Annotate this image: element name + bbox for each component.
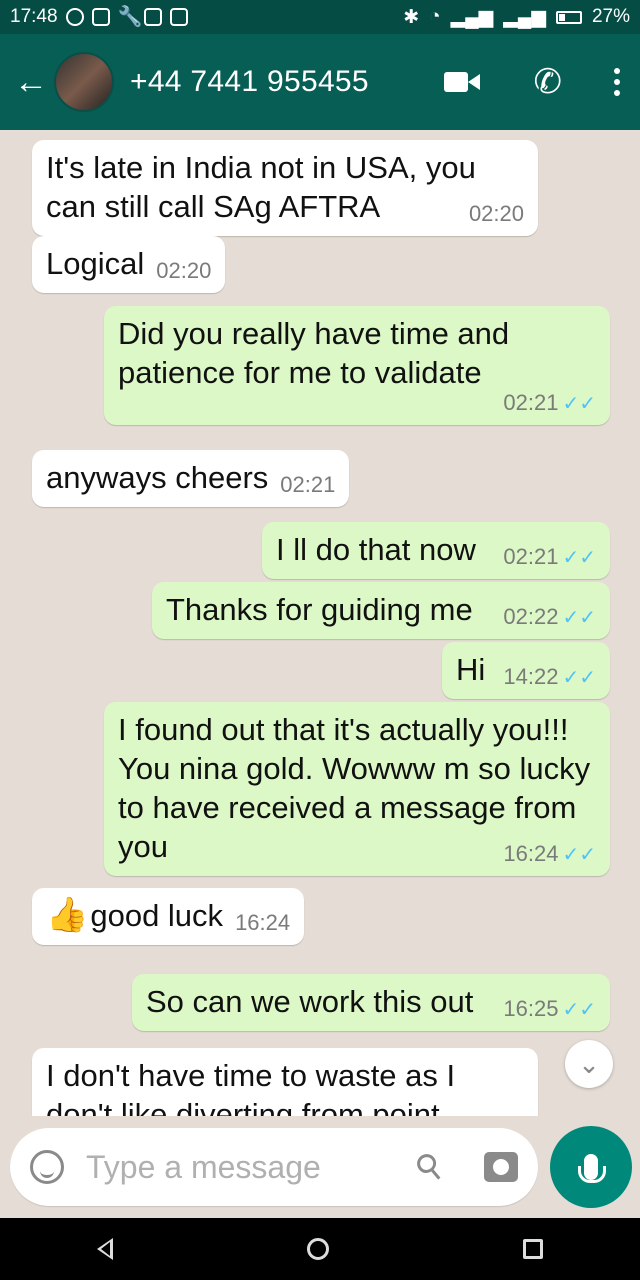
message-bubble-outgoing[interactable]: I found out that it's actually you!!! Yo… [104,702,610,876]
message-text: I don't have time to waste as I don't li… [46,1058,456,1116]
bluetooth-icon: ✱ [403,6,420,28]
system-navigation-bar [0,1218,640,1280]
nav-home-icon[interactable] [307,1238,329,1260]
message-time: 14:22 ✓✓ [503,664,596,690]
message-text: So can we work this out [146,984,474,1019]
phone-icon[interactable]: ✆ [534,65,563,99]
message-text: anyways cheers [46,460,269,495]
message-bubble-incoming[interactable]: anyways cheers 02:21 [32,450,350,507]
message-bubble-incoming[interactable]: It's late in India not in USA, you can s… [32,140,538,236]
thumbs-up-icon: 👍 [46,896,89,934]
message-time: 02:21 ✓✓ [503,544,596,570]
whatsapp-notification-icon [65,8,84,26]
more-options-icon[interactable] [614,68,620,96]
nav-recents-icon[interactable] [523,1239,543,1259]
battery-icon [555,10,582,24]
voice-record-button[interactable] [550,1126,632,1208]
message-bubble-incoming[interactable]: Logical 02:20 [32,236,226,293]
back-arrow-icon[interactable]: ← [14,63,48,102]
contact-avatar[interactable] [54,52,114,112]
wifi-icon: ◔ [429,6,441,27]
battery-percent: 27% [591,6,630,27]
message-input-placeholder[interactable]: Type a message [86,1149,321,1186]
emoji-icon[interactable] [30,1150,64,1184]
message-text: I ll do that now [276,532,476,567]
message-bubble-outgoing[interactable]: So can we work this out 16:25 ✓✓ [132,974,610,1031]
message-time: 02:20 [156,258,212,283]
read-ticks-icon: ✓✓ [562,393,596,415]
attach-icon[interactable]: ⚲ [407,1144,452,1191]
read-ticks-icon: ✓✓ [562,667,596,689]
message-text: Logical [46,246,145,281]
status-time: 17:48 [10,6,58,27]
message-time: 16:24 [235,910,291,935]
video-call-icon[interactable] [443,70,482,94]
chat-header: ← +44 7441 955455 ✆ [0,34,640,130]
signal-icon-2: ▂▄▆ [503,6,546,28]
instagram-notification-icon-2 [143,8,162,26]
scroll-to-bottom-button[interactable]: ⌄ [565,1040,613,1088]
nav-back-icon[interactable] [97,1238,113,1260]
message-bubble-incoming[interactable]: I don't have time to waste as I don't li… [32,1048,538,1116]
message-time: 02:21 ✓✓ [503,390,596,416]
message-text: It's late in India not in USA, you can s… [46,150,476,224]
read-ticks-icon: ✓✓ [562,844,596,866]
message-text: good luck [90,898,224,933]
status-bar: 17:48 🔧 ✱ ◔ ▂▄▆ ▂▄▆ 27% [0,0,640,34]
message-time: 16:24 ✓✓ [503,841,596,867]
instagram-notification-icon-3 [169,8,188,26]
read-ticks-icon: ✓✓ [562,547,596,569]
message-time: 16:25 ✓✓ [503,996,596,1022]
message-time: 02:20 [468,201,524,226]
message-bubble-outgoing[interactable]: Hi 14:22 ✓✓ [442,642,610,699]
double-chevron-down-icon: ⌄ [578,1049,600,1079]
message-time: 02:22 ✓✓ [503,604,596,630]
message-time: 02:21 [280,472,336,497]
message-bubble-incoming[interactable]: 👍good luck 16:24 [32,888,305,945]
message-bubble-outgoing[interactable]: Thanks for guiding me 02:22 ✓✓ [152,582,610,639]
message-list[interactable]: It's late in India not in USA, you can s… [0,130,640,1116]
message-bubble-outgoing[interactable]: I ll do that now 02:21 ✓✓ [262,522,610,579]
contact-name[interactable]: +44 7441 955455 [130,65,369,99]
message-text: Thanks for guiding me [166,592,473,627]
read-ticks-icon: ✓✓ [562,999,596,1021]
camera-icon[interactable] [484,1152,518,1182]
instagram-notification-icon [91,8,110,26]
message-text: Did you really have time and patience fo… [118,316,510,390]
message-input[interactable]: Type a message ⚲ [10,1128,538,1206]
message-text: Hi [456,652,486,687]
microphone-icon [578,1154,606,1183]
read-ticks-icon: ✓✓ [562,607,596,629]
wrench-icon: 🔧 [117,6,143,28]
message-bubble-outgoing[interactable]: Did you really have time and patience fo… [104,306,610,425]
signal-icon: ▂▄▆ [450,6,494,28]
composer: Type a message ⚲ [0,1116,640,1218]
